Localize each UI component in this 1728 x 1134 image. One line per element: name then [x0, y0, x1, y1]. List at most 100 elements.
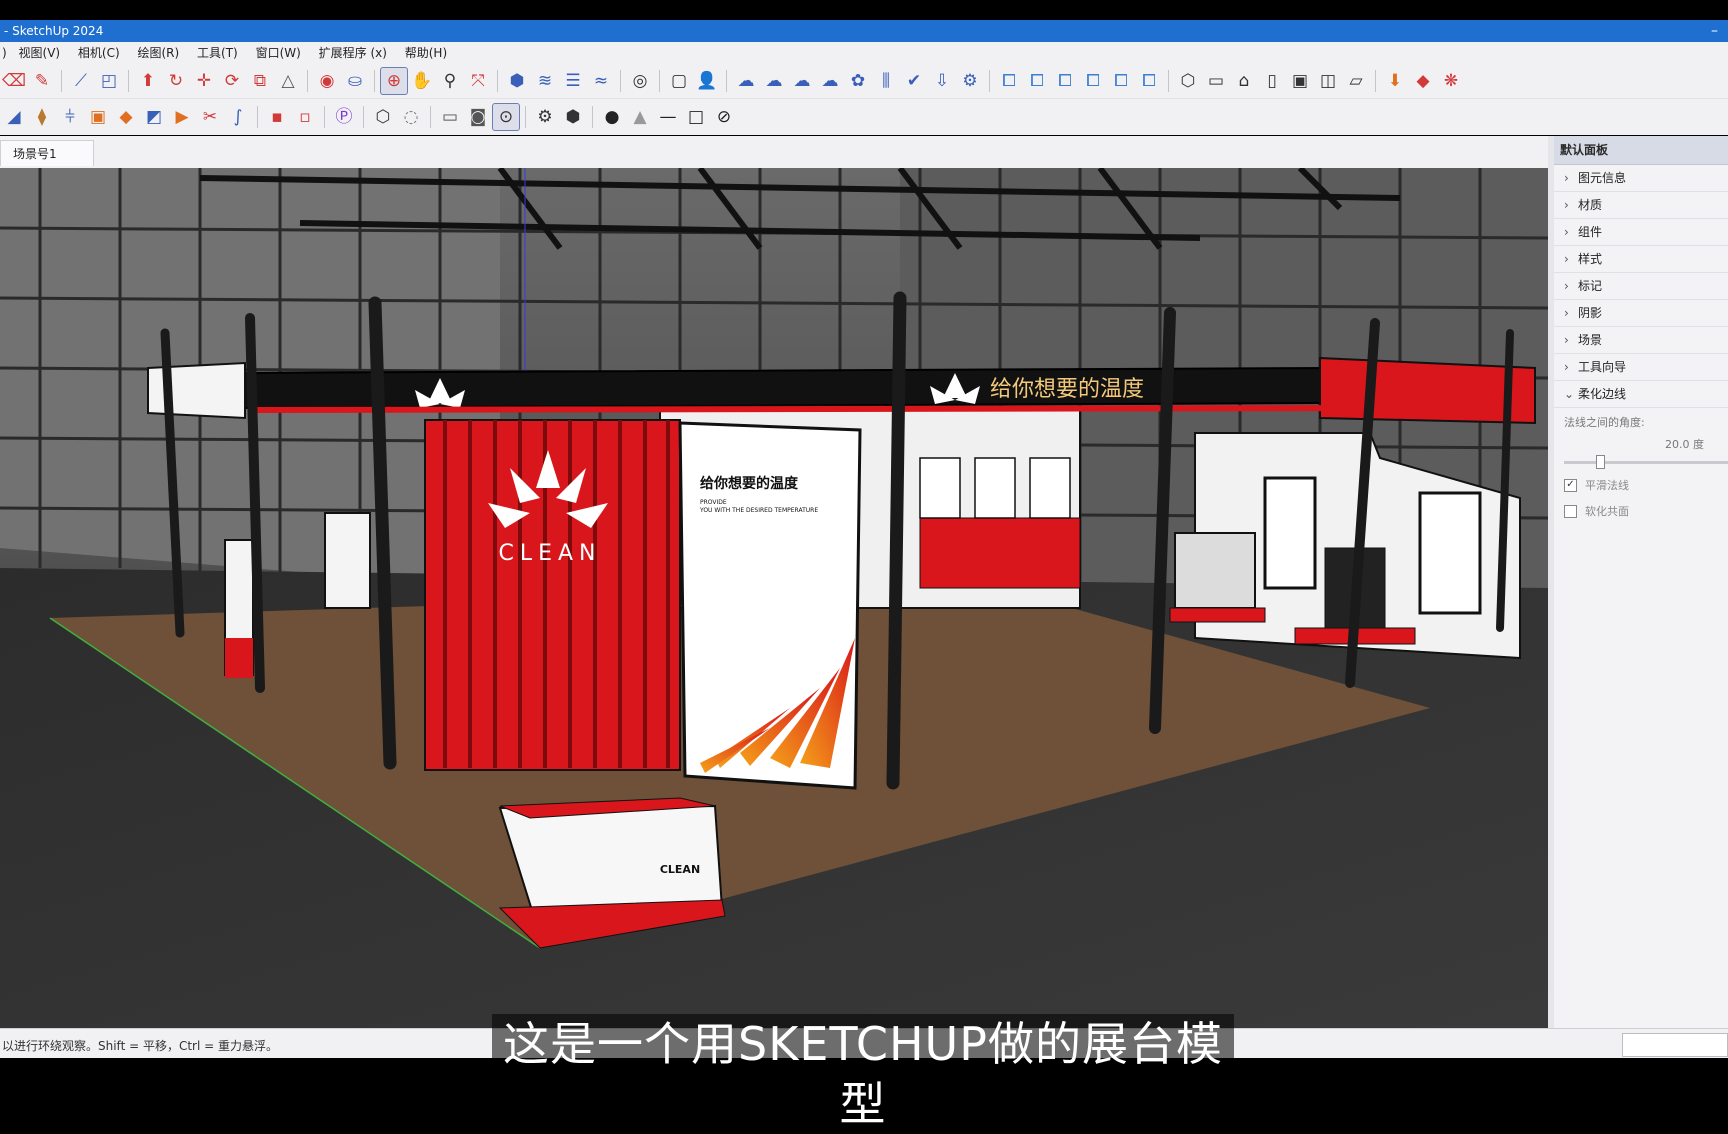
rectangle-tool-icon[interactable]: ◰ [95, 67, 123, 95]
component-icon[interactable]: ⬢ [503, 67, 531, 95]
tray-section-8[interactable]: ⌄ 柔化边线 [1554, 381, 1728, 408]
solid-trim-icon[interactable]: ⧠ [1051, 67, 1079, 95]
align-icon[interactable]: ⫼ [872, 67, 900, 95]
zoom-icon[interactable]: ⚲ [436, 67, 464, 95]
soften-coplanar-option[interactable]: 软化共面 [1554, 498, 1728, 524]
menu-item-extensions[interactable]: 扩展程序 (x) [319, 42, 387, 64]
tray-section-7[interactable]: › 工具向导 [1554, 354, 1728, 381]
eraser-icon[interactable]: ⌫ [0, 67, 28, 95]
cloud-icon[interactable]: ☁ [732, 67, 760, 95]
drape-icon[interactable]: ◩ [140, 103, 168, 131]
pencil-icon[interactable]: ✎ [28, 67, 56, 95]
profile-plugin-icon[interactable]: Ⓟ [330, 103, 358, 131]
sandbox-icon[interactable]: ≈ [587, 67, 615, 95]
scene-tab-1[interactable]: 场景号1 [0, 140, 94, 166]
solid-outer-shell-icon[interactable]: ⧠ [1135, 67, 1163, 95]
push-pull-icon[interactable]: ⬆ [134, 67, 162, 95]
zoom-extents-icon[interactable]: ⤧ [464, 67, 492, 95]
tray-section-6[interactable]: › 场景 [1554, 327, 1728, 354]
account-icon[interactable]: ◎ [626, 67, 654, 95]
back-wall-display-frames [919, 457, 1071, 519]
paint-bucket-icon[interactable]: ⛀ [341, 67, 369, 95]
user-icon[interactable]: 👤 [693, 67, 721, 95]
menu-item-window[interactable]: 窗口(W) [256, 42, 301, 64]
edge-line-icon[interactable]: — [654, 103, 682, 131]
bottom-view-icon[interactable]: ▱ [1342, 67, 1370, 95]
top-view-icon[interactable]: ▭ [1202, 67, 1230, 95]
cloud-share-icon[interactable]: ☁ [816, 67, 844, 95]
component-edit-icon[interactable]: ▫ [291, 103, 319, 131]
download-icon[interactable]: ⇩ [928, 67, 956, 95]
back-view-icon[interactable]: ▣ [1286, 67, 1314, 95]
video-camera-icon[interactable]: ▭ [436, 103, 464, 131]
check-icon[interactable]: ✔ [900, 67, 928, 95]
menu-item-tools[interactable]: 工具(T) [197, 42, 238, 64]
settings-gear-icon[interactable]: ⚙ [956, 67, 984, 95]
tray-section-2[interactable]: › 组件 [1554, 219, 1728, 246]
menu-item-camera[interactable]: 相机(C) [78, 42, 120, 64]
walk-icon[interactable]: ⊙ [492, 103, 520, 131]
cut-icon[interactable]: ✂ [196, 103, 224, 131]
style-gear-icon[interactable]: ⚙ [531, 103, 559, 131]
tray-section-1[interactable]: › 材质 [1554, 192, 1728, 219]
tray-section-0[interactable]: › 图元信息 [1554, 165, 1728, 192]
solid-intersect-icon[interactable]: ⧠ [1079, 67, 1107, 95]
plugin-import-icon[interactable]: ⬇ [1381, 67, 1409, 95]
sandbox-from-scratch-icon[interactable]: ◢ [0, 103, 28, 131]
smooth-normals-option[interactable]: ✓ 平滑法线 [1554, 472, 1728, 498]
plugin-ruby-icon[interactable]: ◆ [1409, 67, 1437, 95]
menu-item-help[interactable]: 帮助(H) [405, 42, 447, 64]
curve-icon[interactable]: ∫ [224, 103, 252, 131]
smooth-normals-checkbox[interactable]: ✓ [1564, 478, 1577, 492]
group-icon[interactable]: ▪ [263, 103, 291, 131]
camera-icon[interactable]: ◙ [464, 103, 492, 131]
extension-warehouse-icon[interactable]: ✿ [844, 67, 872, 95]
offset-icon[interactable]: △ [274, 67, 302, 95]
minimize-button[interactable]: – [1711, 20, 1718, 42]
follow-me-icon[interactable]: ↻ [162, 67, 190, 95]
orbit-icon[interactable]: ⊕ [380, 67, 408, 95]
soften-angle-slider[interactable] [1564, 452, 1728, 472]
measurements-box[interactable] [1622, 1033, 1728, 1057]
tray-section-4[interactable]: › 标记 [1554, 273, 1728, 300]
section-plane-icon[interactable]: ≋ [531, 67, 559, 95]
layers-icon[interactable]: ☰ [559, 67, 587, 95]
line-tool-icon[interactable]: ⟋ [67, 67, 95, 95]
plugin-render-icon[interactable]: ❋ [1437, 67, 1465, 95]
solid-split-icon[interactable]: ⧠ [1107, 67, 1135, 95]
shadow-sun-icon[interactable]: ● [598, 103, 626, 131]
rotate-icon[interactable]: ⟳ [218, 67, 246, 95]
menu-item-draw[interactable]: 绘图(R) [138, 42, 180, 64]
model-viewport[interactable]: CLEAN 给你想要的温度 PROVIDE YOU WITH THE DESIR… [0, 168, 1548, 1028]
cloud-search-icon[interactable]: ☁ [760, 67, 788, 95]
menu-item-view[interactable]: 视图(V) [19, 42, 61, 64]
soften-coplanar-checkbox[interactable] [1564, 504, 1577, 518]
tape-measure-icon[interactable]: ◉ [313, 67, 341, 95]
hidden-geometry-icon[interactable]: ⊘ [710, 103, 738, 131]
stamp-icon[interactable]: ▶ [168, 103, 196, 131]
tray-section-5[interactable]: › 阴影 [1554, 300, 1728, 327]
scale-icon[interactable]: ⧉ [246, 67, 274, 95]
move-icon[interactable]: ✛ [190, 67, 218, 95]
solid-subtract-icon[interactable]: ⧠ [1023, 67, 1051, 95]
front-view-icon[interactable]: ⌂ [1230, 67, 1258, 95]
wireframe-cube-icon[interactable]: ⬡ [369, 103, 397, 131]
iso-view-icon[interactable]: ⬡ [1174, 67, 1202, 95]
face-rect-icon[interactable]: □ [682, 103, 710, 131]
right-view-icon[interactable]: ▯ [1258, 67, 1286, 95]
slider-knob[interactable] [1596, 455, 1605, 469]
box-tool-icon[interactable]: ▣ [84, 103, 112, 131]
shapes-icon[interactable]: ◆ [112, 103, 140, 131]
materials-tool-icon[interactable]: ⧫ [28, 103, 56, 131]
tray-section-3[interactable]: › 样式 [1554, 246, 1728, 273]
xray-icon[interactable]: ◌ [397, 103, 425, 131]
cloud-upload-icon[interactable]: ☁ [788, 67, 816, 95]
new-file-icon[interactable]: ▢ [665, 67, 693, 95]
left-view-icon[interactable]: ◫ [1314, 67, 1342, 95]
solid-union-icon[interactable]: ⧠ [995, 67, 1023, 95]
menu-item-truncated[interactable]: ) [2, 42, 7, 64]
hierarchy-icon[interactable]: ⫩ [56, 103, 84, 131]
export-cube-icon[interactable]: ⬢ [559, 103, 587, 131]
pan-icon[interactable]: ✋ [408, 67, 436, 95]
fog-icon[interactable]: ▲ [626, 103, 654, 131]
